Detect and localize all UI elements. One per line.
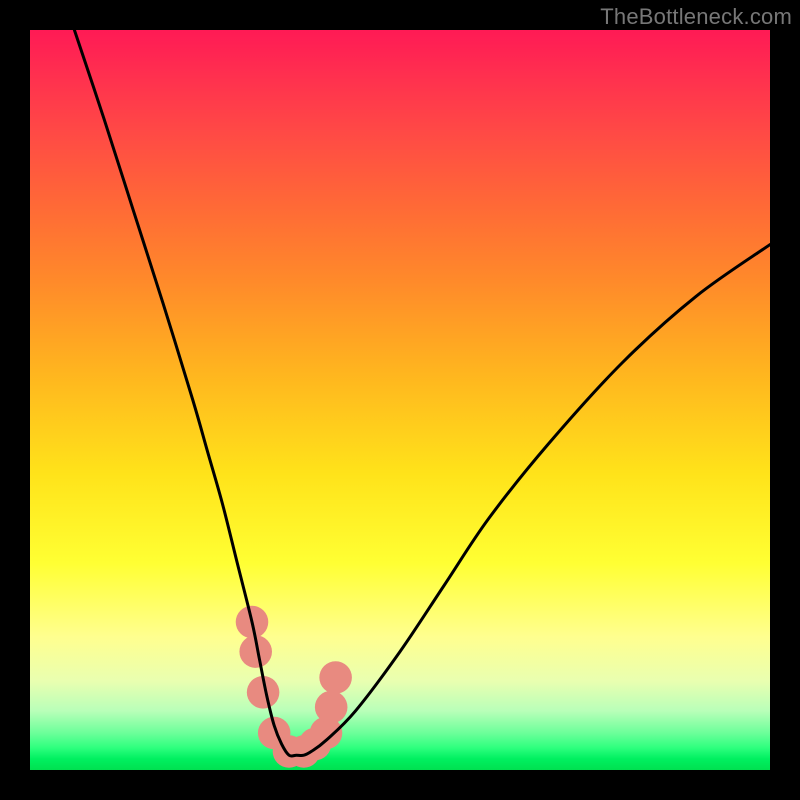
chart-frame: TheBottleneck.com — [0, 0, 800, 800]
curve-layer — [30, 30, 770, 770]
watermark: TheBottleneck.com — [600, 4, 792, 30]
plot-area — [30, 30, 770, 770]
bottleneck-curve — [74, 30, 770, 756]
marker-dot — [319, 661, 352, 694]
marker-dot — [315, 691, 348, 724]
